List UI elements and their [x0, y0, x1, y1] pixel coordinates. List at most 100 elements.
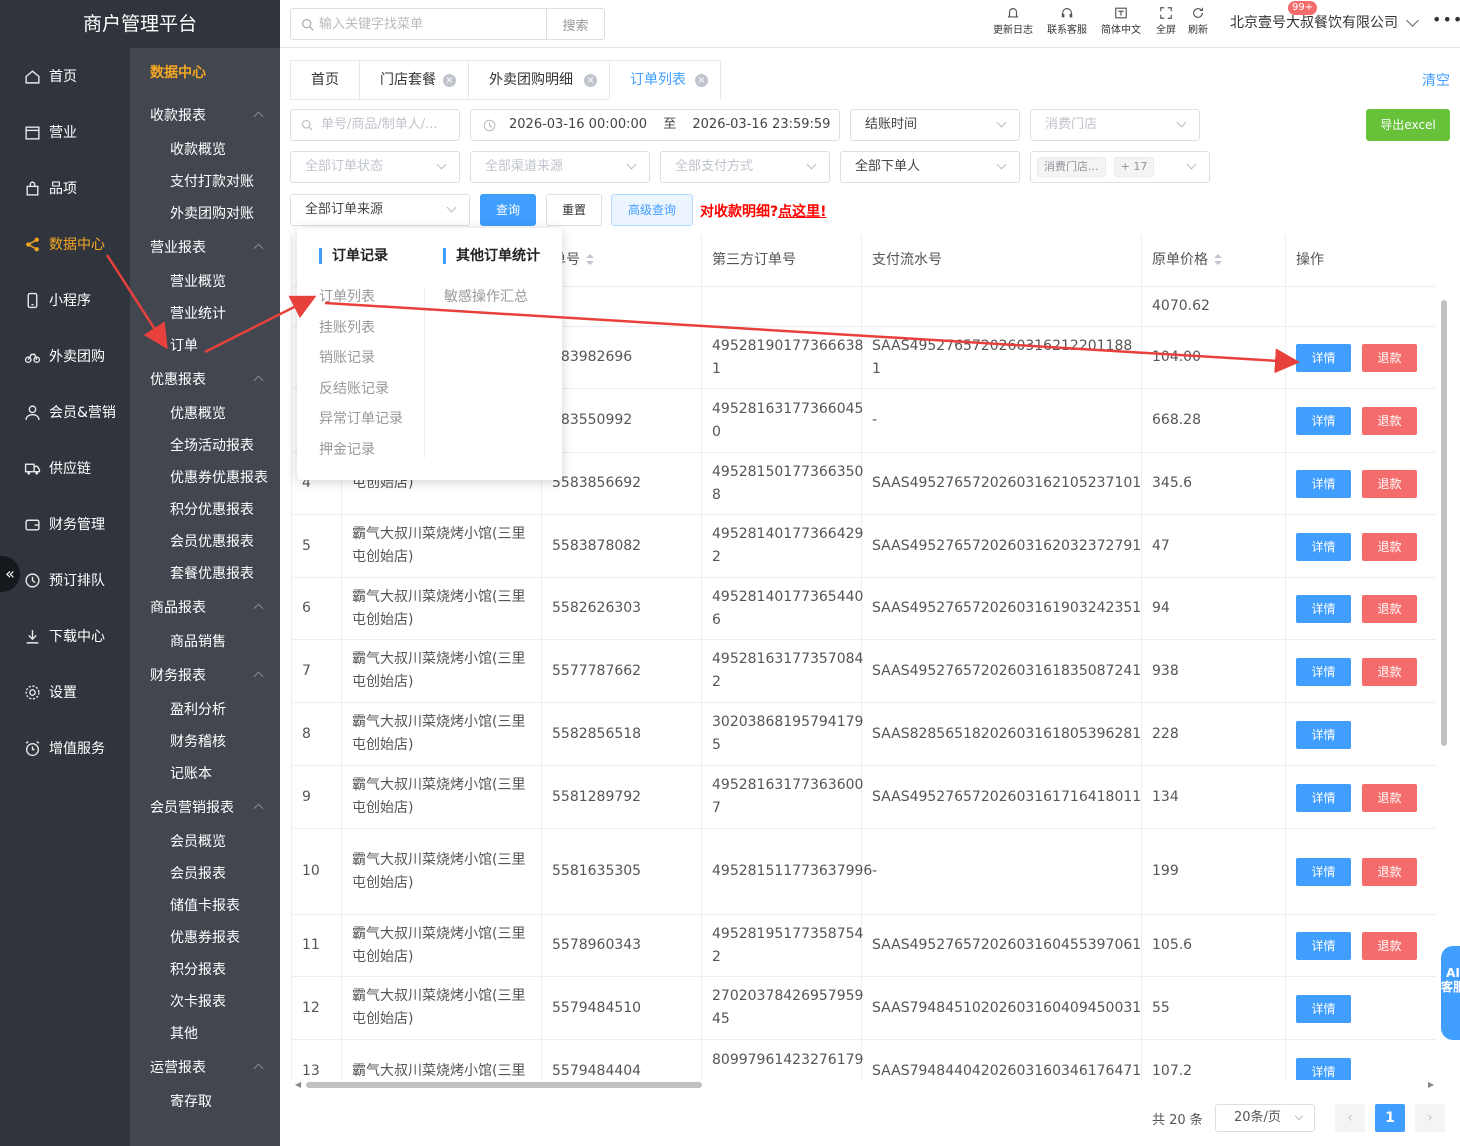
detail-button[interactable]: 详情: [1296, 721, 1351, 749]
scroll-right-icon[interactable]: ▶: [1428, 1080, 1434, 1089]
refund-button[interactable]: 退款: [1362, 344, 1417, 372]
detail-button[interactable]: 详情: [1296, 595, 1351, 623]
subnav-item[interactable]: 支付打款对账: [130, 166, 280, 198]
sort-icon[interactable]: [1214, 254, 1222, 266]
sidebar-item-10[interactable]: 下载中心: [0, 608, 130, 664]
subnav-item[interactable]: 积分优惠报表: [130, 494, 280, 526]
close-icon[interactable]: ×: [584, 74, 597, 87]
subnav-item[interactable]: 会员概览: [130, 826, 280, 858]
column-header-price[interactable]: 原单价格: [1142, 235, 1286, 287]
page-size-select[interactable]: 20条/页: [1215, 1104, 1315, 1132]
toolbar-bell-button[interactable]: 更新日志: [990, 6, 1036, 36]
subnav-item[interactable]: 收款概览: [130, 134, 280, 166]
subnav-group[interactable]: 营业报表: [130, 230, 280, 266]
close-icon[interactable]: ×: [695, 74, 708, 87]
scroll-left-icon[interactable]: ◀: [295, 1080, 301, 1089]
subnav-item[interactable]: 财务稽核: [130, 726, 280, 758]
toolbar-language-button[interactable]: 简体中文: [1098, 6, 1144, 36]
more-options-button[interactable]: •••: [1432, 10, 1460, 29]
subnav-item[interactable]: 次卡报表: [130, 986, 280, 1018]
popup-item[interactable]: 挂账列表: [319, 317, 375, 337]
subnav-group[interactable]: 运营报表: [130, 1050, 280, 1086]
promo-link[interactable]: 点这里!: [778, 204, 826, 220]
subnav-group[interactable]: 优惠报表: [130, 362, 280, 398]
subnav-group[interactable]: 财务报表: [130, 658, 280, 694]
sidebar-item-1[interactable]: 营业: [0, 104, 130, 160]
clear-tabs-button[interactable]: 清空: [1422, 70, 1450, 90]
detail-button[interactable]: 详情: [1296, 533, 1351, 561]
refund-button[interactable]: 退款: [1362, 932, 1417, 960]
popup-item[interactable]: 敏感操作汇总: [444, 286, 528, 306]
detail-button[interactable]: 详情: [1296, 344, 1351, 372]
prev-page-button[interactable]: ‹: [1335, 1104, 1365, 1132]
sidebar-item-12[interactable]: 增值服务: [0, 720, 130, 776]
popup-item[interactable]: 反结账记录: [319, 378, 389, 398]
company-selector[interactable]: 北京壹号大叔餐饮有限公司: [1230, 12, 1398, 32]
subnav-group[interactable]: 商品报表: [130, 590, 280, 626]
store-multi-select[interactable]: 消费门店... + 17: [1030, 151, 1210, 183]
refund-button[interactable]: 退款: [1362, 595, 1417, 623]
close-icon[interactable]: ×: [443, 74, 456, 87]
sidebar-item-8[interactable]: 财务管理: [0, 496, 130, 552]
subnav-group[interactable]: 收款报表: [130, 98, 280, 134]
advanced-query-button[interactable]: 高级查询: [611, 194, 693, 226]
next-page-button[interactable]: ›: [1415, 1104, 1445, 1132]
subnav-item[interactable]: 营业统计: [130, 298, 280, 330]
ai-service-button[interactable]: AI 客服: [1441, 946, 1460, 1040]
subnav-item[interactable]: 订单: [130, 330, 280, 362]
vertical-scrollbar[interactable]: [1441, 300, 1447, 746]
subnav-group[interactable]: 会员营销报表: [130, 790, 280, 826]
detail-button[interactable]: 详情: [1296, 1058, 1351, 1080]
tab-order-list[interactable]: 订单列表 ×: [609, 60, 721, 100]
refund-button[interactable]: 退款: [1362, 858, 1417, 886]
sidebar-item-4[interactable]: 小程序: [0, 272, 130, 328]
detail-button[interactable]: 详情: [1296, 995, 1351, 1023]
sidebar-item-0[interactable]: 首页: [0, 48, 130, 104]
tab-store-package[interactable]: 门店套餐 ×: [359, 60, 469, 100]
popup-item[interactable]: 押金记录: [319, 439, 375, 459]
date-range-picker[interactable]: 2026-03-16 00:00:00 至 2026-03-16 23:59:5…: [470, 109, 840, 141]
popup-item[interactable]: 异常订单记录: [319, 408, 403, 428]
subnav-item[interactable]: 优惠概览: [130, 398, 280, 430]
subnav-item[interactable]: 套餐优惠报表: [130, 558, 280, 590]
detail-button[interactable]: 详情: [1296, 932, 1351, 960]
creator-select[interactable]: 全部下单人: [840, 151, 1020, 183]
subnav-item[interactable]: 优惠券优惠报表: [130, 462, 280, 494]
detail-button[interactable]: 详情: [1296, 407, 1351, 435]
refund-button[interactable]: 退款: [1362, 658, 1417, 686]
menu-search-input[interactable]: [319, 11, 544, 37]
time-type-select[interactable]: 结账时间: [850, 109, 1020, 141]
keyword-input[interactable]: 单号/商品/制单人/...: [290, 109, 460, 141]
order-status-select[interactable]: 全部订单状态: [290, 151, 460, 183]
column-header-order-no[interactable]: 单号: [542, 235, 702, 287]
detail-button[interactable]: 详情: [1296, 470, 1351, 498]
sidebar-item-6[interactable]: 会员&营销: [0, 384, 130, 440]
subnav-item[interactable]: 外卖团购对账: [130, 198, 280, 230]
toolbar-refresh-button[interactable]: 刷新: [1184, 6, 1212, 36]
order-source-select[interactable]: 全部订单来源: [290, 194, 470, 226]
reset-button[interactable]: 重置: [546, 194, 602, 226]
sidebar-item-7[interactable]: 供应链: [0, 440, 130, 496]
subnav-item[interactable]: 积分报表: [130, 954, 280, 986]
query-button[interactable]: 查询: [480, 194, 536, 226]
export-excel-button[interactable]: 导出excel: [1366, 109, 1450, 141]
toolbar-fullscreen-button[interactable]: 全屏: [1152, 6, 1180, 36]
subnav-item[interactable]: 全场活动报表: [130, 430, 280, 462]
detail-button[interactable]: 详情: [1296, 784, 1351, 812]
sidebar-item-5[interactable]: 外卖团购: [0, 328, 130, 384]
popup-item[interactable]: 销账记录: [319, 347, 375, 367]
page-1-button[interactable]: 1: [1375, 1104, 1405, 1132]
sidebar-item-3[interactable]: 数据中心: [0, 216, 130, 272]
horizontal-scrollbar[interactable]: [306, 1082, 702, 1088]
channel-select[interactable]: 全部渠道来源: [470, 151, 650, 183]
detail-button[interactable]: 详情: [1296, 658, 1351, 686]
subnav-item[interactable]: 记账本: [130, 758, 280, 790]
subnav-item[interactable]: 优惠券报表: [130, 922, 280, 954]
refund-button[interactable]: 退款: [1362, 470, 1417, 498]
pay-method-select[interactable]: 全部支付方式: [660, 151, 830, 183]
sort-icon[interactable]: [586, 254, 594, 266]
subnav-item[interactable]: 营业概览: [130, 266, 280, 298]
detail-button[interactable]: 详情: [1296, 858, 1351, 886]
menu-search-button[interactable]: 搜索: [546, 9, 604, 39]
sidebar-item-2[interactable]: 品项: [0, 160, 130, 216]
